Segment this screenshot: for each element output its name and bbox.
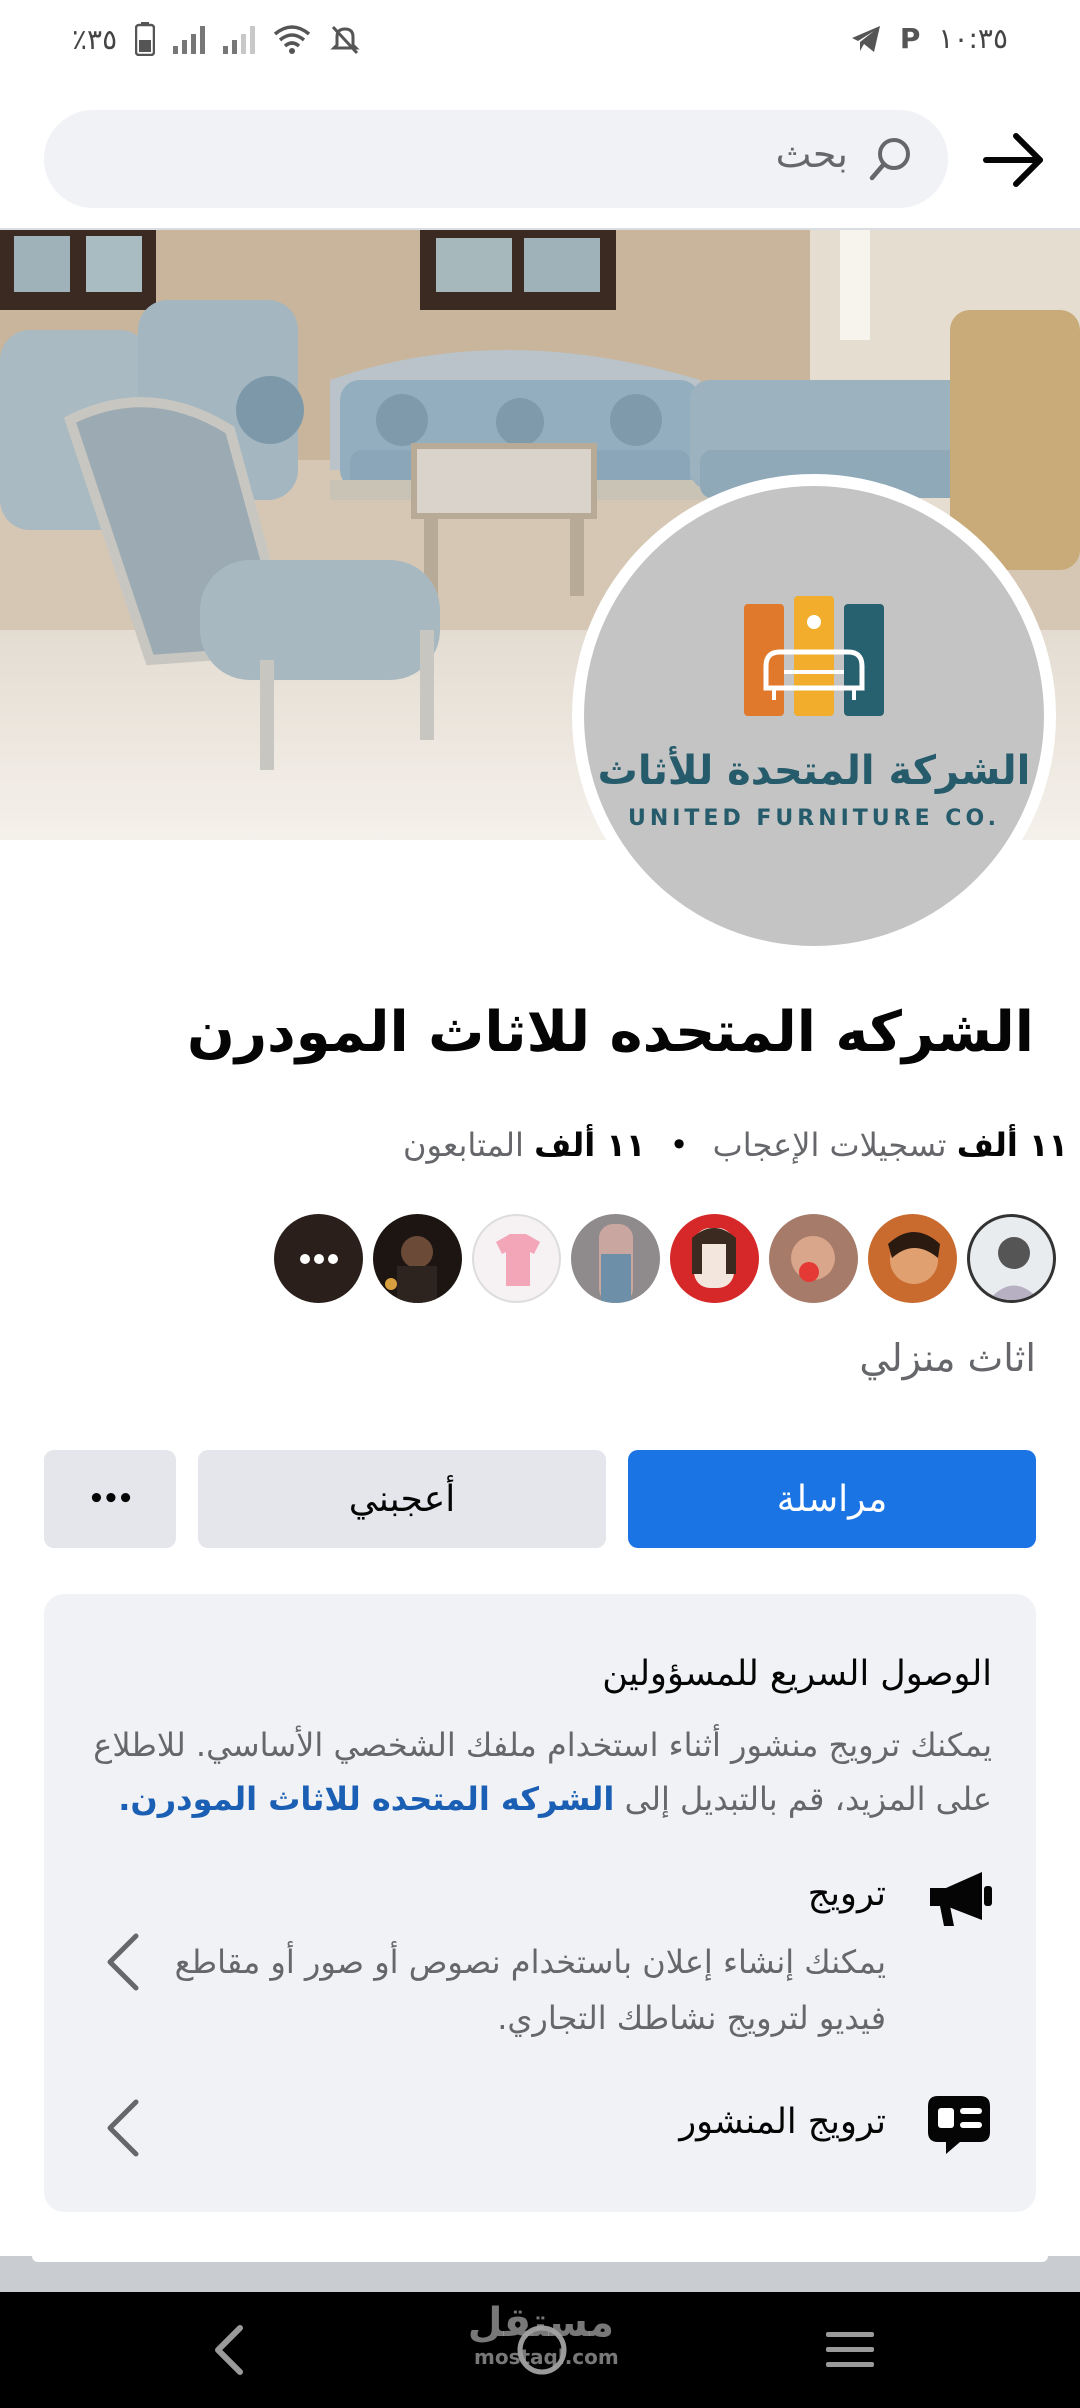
status-left-group: ٪٣٥ (72, 22, 361, 56)
followers-avatars[interactable] (274, 1214, 1056, 1303)
status-bar: ٪٣٥ P ١٠:٣٥ (0, 0, 1080, 88)
chat-bubble-icon (928, 2096, 990, 2154)
carrier-glyph: P (899, 22, 921, 55)
follower-avatar[interactable] (670, 1214, 759, 1303)
more-options-button[interactable]: ••• (44, 1450, 176, 1548)
followers-count: ١١ ألف (534, 1126, 646, 1164)
promote-item-title: ترويج (807, 1874, 886, 1914)
promote-item-description: يمكنك إنشاء إعلان باستخدام نصوص أو صور أ… (174, 1943, 886, 2037)
wifi-icon (274, 25, 311, 54)
message-button-label: مراسلة (776, 1478, 888, 1520)
search-header: بحث (0, 108, 1080, 212)
sofa-logo-icon (744, 596, 884, 716)
section-divider (0, 2256, 1080, 2292)
admin-quick-access-card: الوصول السريع للمسؤولين يمكنك ترويج منشو… (44, 1594, 1036, 2212)
search-placeholder: بحث (775, 132, 848, 176)
profile-logo: الشركة المتحدة للأثاث UNITED FURNITURE C… (584, 486, 1044, 946)
nav-recents-icon[interactable] (824, 2326, 876, 2374)
signal-2-icon (223, 24, 256, 54)
page-title: الشركه المتحده للاثاث المودرن (187, 1000, 1034, 1065)
follower-avatar[interactable] (373, 1214, 462, 1303)
switch-profile-link[interactable]: الشركه المتحده للاثاث المودرن (130, 1780, 614, 1818)
promote-post-title: ترويج المنشور (679, 2102, 886, 2142)
more-options-label: ••• (88, 1484, 134, 1514)
stats-separator: • (669, 1126, 689, 1164)
follower-avatar[interactable] (967, 1214, 1056, 1303)
watermark-arabic: مستقل (467, 2300, 614, 2346)
more-followers-button[interactable] (274, 1214, 363, 1303)
battery-icon (135, 22, 156, 56)
profile-picture[interactable]: الشركة المتحدة للأثاث UNITED FURNITURE C… (572, 474, 1056, 958)
mute-bell-icon (330, 25, 360, 55)
search-icon (869, 138, 910, 181)
card-body-end: . (118, 1780, 131, 1818)
nav-back-icon[interactable] (208, 2322, 252, 2378)
followers-label: المتابعون (403, 1126, 524, 1164)
search-input[interactable]: بحث (44, 110, 948, 208)
page-category: اثاث منزلي (859, 1336, 1036, 1380)
logo-text-english: UNITED FURNITURE CO. (627, 806, 1001, 831)
watermark: مستقل mostaql.com (467, 2300, 619, 2369)
signal-icon (173, 24, 206, 54)
logo-text-arabic: الشركة المتحدة للأثاث (597, 748, 1031, 794)
battery-percent: ٪٣٥ (72, 22, 118, 56)
likes-count: ١١ ألف (956, 1126, 1068, 1164)
more-dots-icon (299, 1253, 338, 1264)
likes-label: تسجيلات الإعجاب (712, 1126, 947, 1164)
card-title: الوصول السريع للمسؤولين (602, 1654, 992, 1694)
watermark-english: mostaql.com (474, 2345, 619, 2369)
back-arrow-icon[interactable] (978, 124, 1050, 196)
status-right-group: P ١٠:٣٥ (850, 22, 1008, 55)
clock: ١٠:٣٥ (938, 22, 1008, 55)
chevron-left-icon (107, 1933, 139, 1991)
follower-avatar[interactable] (868, 1214, 957, 1303)
page-stats[interactable]: ١١ ألف تسجيلات الإعجاب • ١١ ألف المتابعو… (403, 1126, 1068, 1164)
chevron-left-icon (107, 2099, 139, 2157)
telegram-icon (851, 25, 880, 52)
megaphone-icon (930, 1872, 992, 1926)
like-button[interactable]: أعجبني (198, 1450, 606, 1548)
message-button[interactable]: مراسلة (628, 1450, 1036, 1548)
follower-avatar[interactable] (769, 1214, 858, 1303)
follower-avatar[interactable] (472, 1214, 561, 1303)
follower-avatar[interactable] (571, 1214, 660, 1303)
card-description: يمكنك ترويج منشور أثناء استخدام ملفك الش… (92, 1718, 992, 1826)
like-button-label: أعجبني (348, 1478, 456, 1520)
